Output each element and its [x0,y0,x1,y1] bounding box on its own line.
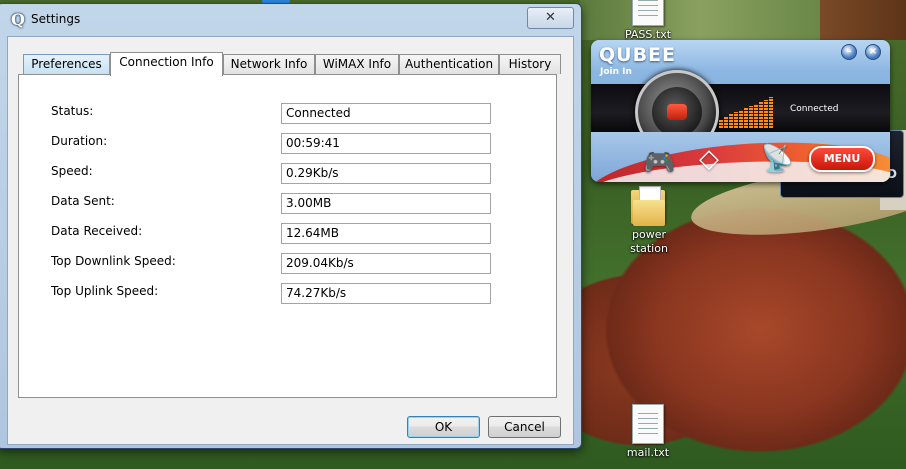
folder-icon [631,186,667,226]
tab-authentication[interactable]: Authentication [399,54,499,74]
status-value: Connected [281,103,491,124]
tab-history[interactable]: History [499,54,561,74]
top-uplink-speed-label: Top Uplink Speed: [51,284,159,298]
status-label: Status: [51,104,94,118]
qubee-logo: QUBEE [599,44,677,66]
data-received-label: Data Received: [51,224,143,238]
data-received-value: 12.64MB [281,223,491,244]
close-icon: ✕ [545,10,556,25]
qubee-tagline: Join In [600,67,632,77]
desktop-icon-label: power station [630,228,668,255]
speed-value: 0.29Kb/s [281,163,491,184]
speed-label: Speed: [51,164,93,178]
desktop-icon-power-station[interactable]: power station [614,186,684,256]
data-sent-value: 3.00MB [281,193,491,214]
qubee-connect-indicator-icon [667,104,687,120]
tab-network-info[interactable]: Network Info [223,54,315,74]
duration-label: Duration: [51,134,108,148]
qubee-minimize-icon[interactable]: – [841,44,857,60]
dialog-titlebar[interactable]: Q Settings ✕ [0,4,581,34]
connection-info-panel: Status: Connected Duration: 00:59:41 Spe… [18,74,557,398]
top-uplink-speed-value: 74.27Kb/s [281,283,491,304]
signal-strength-bars-icon [719,94,775,128]
tab-connection-info[interactable]: Connection Info [110,52,223,76]
dialog-title: Settings [31,12,81,26]
desktop-icon-mail-txt[interactable]: mail.txt [613,404,683,460]
dialog-client-area: Preferences Connection Info Network Info… [7,36,574,445]
text-file-icon [632,404,664,444]
tab-preferences[interactable]: Preferences [23,54,110,74]
qubee-app-icon: Q [11,10,25,29]
gamepad-icon[interactable]: 🎮 [643,148,675,178]
ok-button[interactable]: OK [407,416,480,438]
duration-value: 00:59:41 [281,133,491,154]
desktop-icon-label: mail.txt [626,446,670,459]
wallpaper-tree-trunk [820,0,906,40]
top-downlink-speed-label: Top Downlink Speed: [51,254,176,268]
qubee-status: Connected [790,104,839,114]
text-file-icon [632,0,664,26]
data-sent-label: Data Sent: [51,194,115,208]
qubee-widget[interactable]: QUBEE Join In – × Connected 🎮 ◇ 📡 MENU [591,40,890,182]
settings-dialog: Q Settings ✕ Preferences Connection Info… [0,3,582,449]
qubee-close-icon[interactable]: × [865,44,881,60]
desktop-icon-pass-txt[interactable]: PASS.txt [613,0,683,42]
tablet-icon[interactable]: ◇ [699,144,719,174]
dialog-close-button[interactable]: ✕ [527,7,574,29]
satellite-dish-icon[interactable]: 📡 [761,144,793,174]
tab-wimax-info[interactable]: WiMAX Info [315,54,399,74]
cancel-button[interactable]: Cancel [488,416,561,438]
qubee-menu-button[interactable]: MENU [809,146,875,172]
top-downlink-speed-value: 209.04Kb/s [281,253,491,274]
